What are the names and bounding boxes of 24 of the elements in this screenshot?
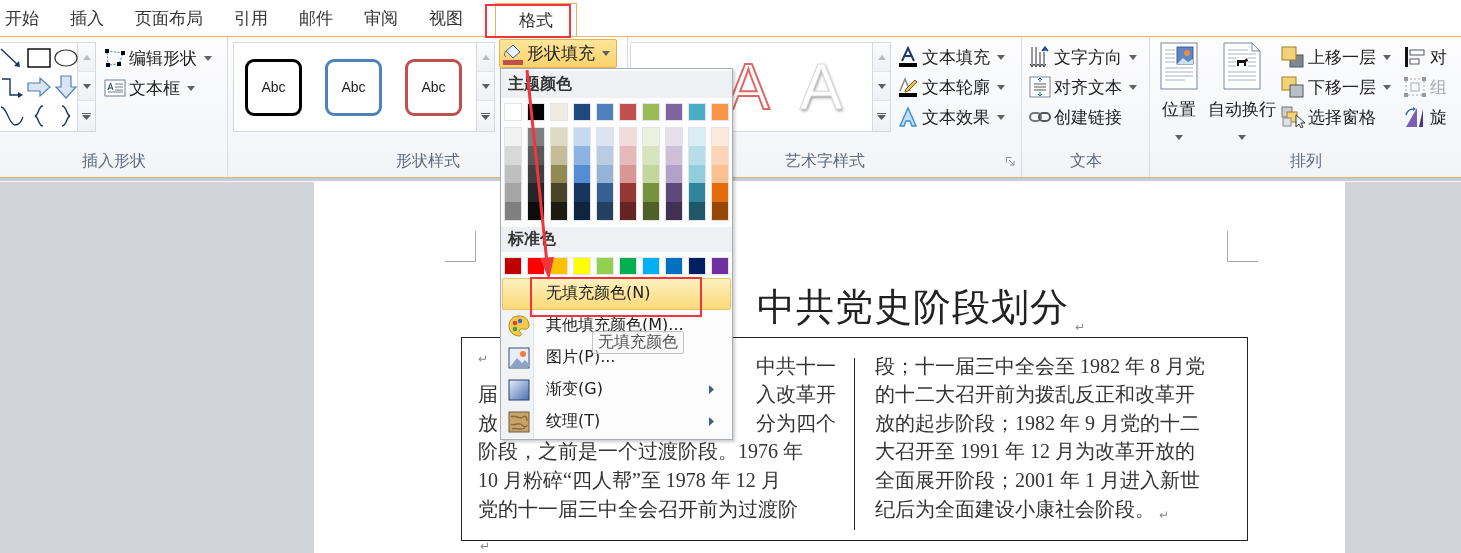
- text-fragment: 放: [478, 410, 498, 436]
- document-title: 中共党史阶段划分: [757, 285, 1069, 331]
- group-label: 文本: [1069, 150, 1102, 172]
- text-line: 大召开至 1991 年 12 月为改革开放的: [875, 439, 1195, 465]
- text-fragment: 入改革开: [756, 382, 836, 408]
- text-line: 全面展开阶段；2001 年 1 月进入新世: [875, 467, 1200, 493]
- group-label: 艺术字样式: [784, 150, 865, 172]
- paragraph-mark: ↵: [1075, 319, 1086, 334]
- text-fragment: ↵: [478, 351, 488, 367]
- text-fragment: 分为四个: [756, 410, 836, 436]
- group-label: 插入形状: [81, 150, 146, 172]
- text-line: 的十二大召开前为拨乱反正和改革开: [875, 382, 1195, 408]
- paragraph-mark: ↵: [480, 539, 491, 553]
- text-line: 段；十一届三中全会至 1982 年 8 月党: [875, 353, 1205, 379]
- text-line: 党的十一届三中全会召开前为过渡阶: [478, 496, 798, 522]
- text-line: 纪后为全面建设小康社会阶段。: [875, 496, 1155, 522]
- text-fragment: 中共十一: [756, 353, 836, 379]
- text-fragment: 届: [478, 382, 498, 408]
- group-label: 形状样式: [395, 150, 460, 172]
- group-label: 排列: [1289, 150, 1322, 172]
- text-line: 放的起步阶段；1982 年 9 月党的十二: [875, 410, 1200, 436]
- paragraph-mark: ↵: [1159, 508, 1169, 524]
- text-line: 阶段，之前是一个过渡阶段。1976 年: [478, 439, 803, 465]
- text-line: 10 月粉碎“四人帮”至 1978 年 12 月: [478, 467, 781, 493]
